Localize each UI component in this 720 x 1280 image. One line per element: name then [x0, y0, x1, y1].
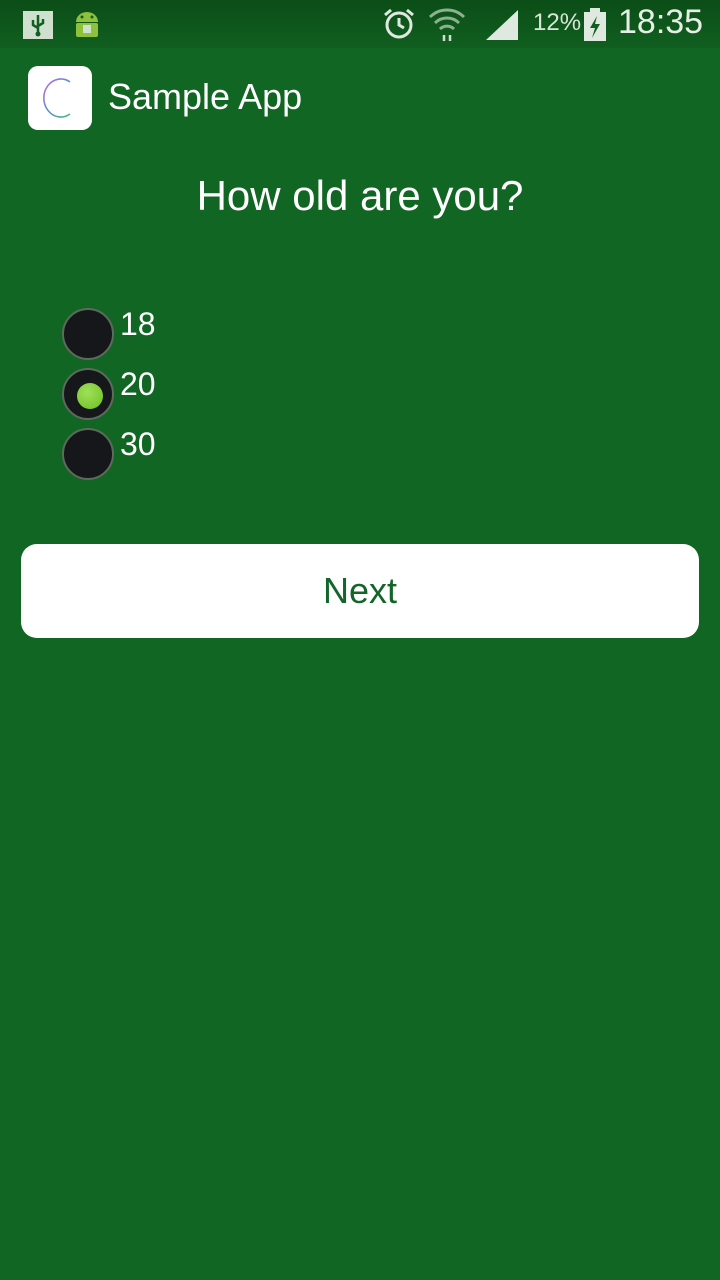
app-logo-icon [28, 66, 92, 130]
radio-selected-dot [77, 383, 103, 409]
question-heading: How old are you? [196, 172, 524, 219]
usb-icon [22, 10, 54, 40]
radio-option-20[interactable]: 20 [62, 366, 262, 424]
radio-label: 18 [120, 306, 156, 342]
radio-button-icon[interactable] [62, 428, 114, 480]
radio-button-selected-icon[interactable] [62, 368, 114, 420]
status-bar: 12% 18:35 [0, 0, 720, 48]
cell-signal-icon [484, 8, 520, 42]
radio-label: 30 [120, 426, 156, 462]
alarm-icon [382, 7, 416, 41]
radio-option-18[interactable]: 18 [62, 306, 262, 364]
wifi-icon [428, 5, 466, 43]
app-title: Sample App [108, 76, 303, 117]
battery-charging-icon [582, 8, 608, 42]
next-button[interactable]: Next [21, 544, 699, 638]
radio-button-icon[interactable] [62, 308, 114, 360]
radio-label: 20 [120, 366, 156, 402]
radio-option-30[interactable]: 30 [62, 426, 262, 484]
status-clock: 18:35 [618, 3, 704, 41]
app-bar: Sample App [0, 48, 720, 152]
battery-percent: 12% [533, 9, 582, 36]
android-debug-icon [70, 7, 104, 41]
